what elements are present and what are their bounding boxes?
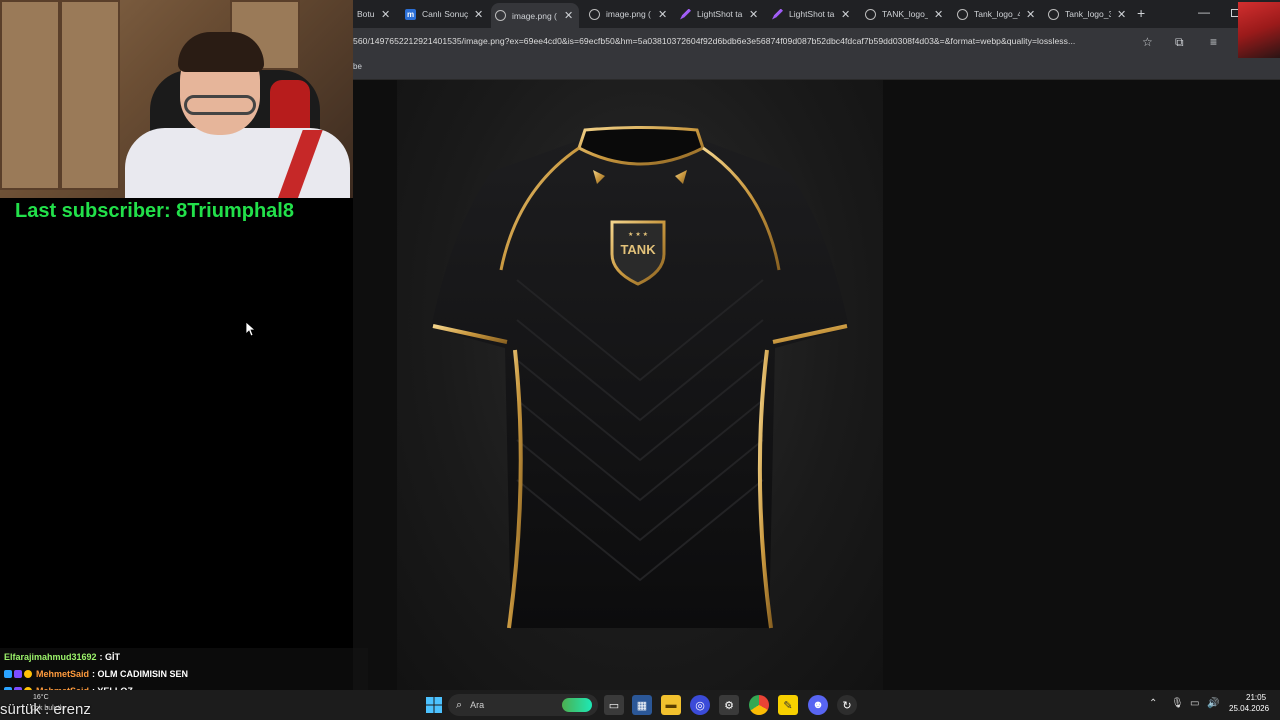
jersey-body xyxy=(431,138,849,628)
tab-9[interactable]: Tank_logo_3 ✕ xyxy=(1044,3,1129,25)
search-icon: ⌕ xyxy=(456,698,463,711)
clock-time[interactable]: 21:05 xyxy=(1246,693,1266,702)
app-refresh-icon[interactable]: ↻ xyxy=(837,695,857,715)
star-icon[interactable]: ☆ xyxy=(1142,35,1153,49)
overlay-subtitle: sürtük : erenz xyxy=(0,701,91,718)
jersey-image: TANK ★ ★ ★ xyxy=(397,80,883,690)
close-icon[interactable]: ✕ xyxy=(749,8,758,21)
tab-1[interactable]: Botu ✕ xyxy=(353,3,393,25)
chat-username: Elfarajimahmud31692 xyxy=(4,651,97,662)
file-explorer-icon[interactable]: ▬ xyxy=(661,695,681,715)
tab-bar: Botu ✕ m Canlı Sonuç ✕ image.png ( ✕ ima… xyxy=(353,0,1280,28)
badge-icon xyxy=(4,669,12,678)
tab-label: image.png ( xyxy=(606,9,651,19)
volume-icon[interactable]: 🔊 xyxy=(1207,698,1219,709)
tab-4[interactable]: image.png ( ✕ xyxy=(585,3,670,25)
extensions-icon[interactable]: ⧉ xyxy=(1175,35,1184,50)
crest-text: TANK xyxy=(620,242,656,257)
pen-icon xyxy=(772,8,783,20)
cabinet xyxy=(0,0,60,190)
url-text[interactable]: 560/1497652212921401535/image.png?ex=69e… xyxy=(353,36,1133,46)
close-icon[interactable]: ✕ xyxy=(841,8,850,21)
bookmarks-bar: be xyxy=(353,56,1280,80)
svg-text:★ ★ ★: ★ ★ ★ xyxy=(628,231,648,238)
tab-7[interactable]: TANK_logo_ ✕ xyxy=(861,3,946,25)
tab-label: Botu xyxy=(357,9,375,19)
search-placeholder: Ara xyxy=(470,700,485,710)
taskbar-search[interactable]: ⌕ Ara xyxy=(448,694,598,716)
last-subscriber-label: Last subscriber: 8Triumphal8 xyxy=(15,200,294,222)
new-tab-icon[interactable]: + xyxy=(1137,5,1145,21)
tab-label: LightShot ta xyxy=(789,9,835,19)
tab-6[interactable]: LightShot ta ✕ xyxy=(768,3,853,25)
tab-label: Tank_logo_3 xyxy=(1065,9,1111,19)
close-icon[interactable]: ✕ xyxy=(934,8,943,21)
chrome-icon[interactable] xyxy=(749,695,769,715)
close-icon[interactable]: ✕ xyxy=(1117,8,1126,21)
calculator-icon[interactable]: ▦ xyxy=(632,695,652,715)
cabinet xyxy=(60,0,120,190)
tab-5[interactable]: LightShot ta ✕ xyxy=(676,3,761,25)
close-icon[interactable]: ✕ xyxy=(658,8,667,21)
media-icon[interactable]: ≡ xyxy=(1210,35,1217,49)
browser-window: Botu ✕ m Canlı Sonuç ✕ image.png ( ✕ ima… xyxy=(353,0,1280,690)
tab-3-active[interactable]: image.png ( ✕ xyxy=(491,3,579,28)
tab-label: image.png ( xyxy=(512,10,557,21)
chevron-up-icon[interactable]: ⌃ xyxy=(1149,698,1157,709)
search-highlight-icon xyxy=(562,698,592,712)
globe-icon xyxy=(865,8,876,20)
badge-icon xyxy=(14,669,22,678)
clock-date[interactable]: 25.04.2026 xyxy=(1229,704,1269,713)
webcam-overlay xyxy=(0,0,353,198)
steam-icon[interactable]: ⚙ xyxy=(719,695,739,715)
globe-icon xyxy=(589,8,600,20)
task-view-icon[interactable]: ▭ xyxy=(604,695,624,715)
globe-icon xyxy=(495,10,506,21)
pen-icon xyxy=(680,8,691,20)
taskbar: ⌕ Ara ▭ ▦ ▬ ◎ ⚙ ✎ ☻ ↻ ⌃ 🎙 ▭ 🔊 21:05 25.0… xyxy=(0,690,1280,720)
tab-label: Tank_logo_4 xyxy=(974,9,1020,19)
bookmark-item[interactable]: be xyxy=(353,62,362,71)
chat-text: : OLM CADIMISIN SEN xyxy=(92,668,189,679)
jersey-graphic: TANK ★ ★ ★ xyxy=(431,126,849,629)
screen: Last subscriber: 8Triumphal8 Botu ✕ m Ca… xyxy=(0,0,1280,720)
microphone-icon[interactable]: 🎙 xyxy=(1171,698,1184,709)
chat-username: MehmetSaid xyxy=(36,668,90,679)
close-icon[interactable]: ✕ xyxy=(1026,8,1035,21)
chat-text: : GİT xyxy=(99,651,121,662)
close-icon[interactable]: ✕ xyxy=(381,8,390,21)
streamer-hair xyxy=(178,32,264,72)
streamer-avatar-thumbnail xyxy=(1238,2,1280,58)
discord-icon[interactable]: ☻ xyxy=(808,695,828,715)
m-icon: m xyxy=(405,8,416,20)
notes-icon[interactable]: ✎ xyxy=(778,695,798,715)
weather-temp[interactable]: 16°C xyxy=(33,694,49,701)
tab-8[interactable]: Tank_logo_4 ✕ xyxy=(953,3,1038,25)
chat-message: MehmetSaid : OLM CADIMISIN SEN xyxy=(0,665,368,682)
glasses xyxy=(184,95,256,115)
chat-badges xyxy=(4,669,32,678)
badge-icon xyxy=(24,669,32,678)
close-icon[interactable]: ✕ xyxy=(474,8,483,21)
tab-label: Canlı Sonuç xyxy=(422,9,468,19)
close-icon[interactable]: ✕ xyxy=(564,9,573,22)
tab-label: LightShot ta xyxy=(697,9,743,19)
image-viewer: TANK ★ ★ ★ xyxy=(353,80,1280,690)
network-icon[interactable]: ▭ xyxy=(1190,698,1199,709)
chat-message: Elfarajimahmud31692 : GİT xyxy=(0,648,368,665)
app-icon[interactable]: ◎ xyxy=(690,695,710,715)
globe-icon xyxy=(1048,8,1059,20)
windows-start-icon[interactable] xyxy=(424,695,444,715)
tab-label: TANK_logo_ xyxy=(882,9,928,19)
globe-icon xyxy=(957,8,968,20)
minimize-icon[interactable]: — xyxy=(1198,5,1210,19)
tab-2[interactable]: m Canlı Sonuç ✕ xyxy=(401,3,486,25)
address-bar[interactable]: 560/1497652212921401535/image.png?ex=69e… xyxy=(353,28,1280,56)
mouse-cursor-icon xyxy=(246,322,256,336)
